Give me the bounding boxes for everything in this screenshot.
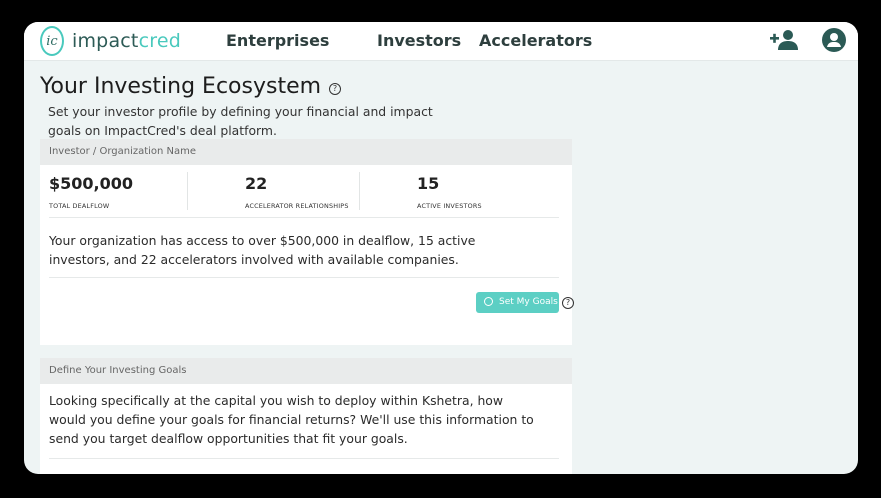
help-icon[interactable]: ? <box>329 83 341 95</box>
investing-goals-description: Looking specifically at the capital you … <box>49 393 534 446</box>
add-user-icon[interactable] <box>769 27 801 57</box>
investing-goals-header: Define Your Investing Goals <box>40 358 572 384</box>
set-my-goals-label: Set My Goals <box>499 297 558 307</box>
organization-summary: Your organization has access to over $50… <box>49 233 476 267</box>
organization-card-header: Investor / Organization Name <box>40 139 572 165</box>
nav-link-enterprises[interactable]: Enterprises <box>226 31 329 50</box>
app-window: ic impactcred Enterprises Investors Acce… <box>24 22 858 474</box>
impactcred-logo[interactable]: ic impactcred <box>40 24 181 58</box>
page-intro: Set your investor profile by defining yo… <box>48 104 433 138</box>
page-title: Your Investing Ecosystem <box>40 74 322 99</box>
investing-goals-card: Define Your Investing Goals Looking spec… <box>40 358 572 474</box>
help-icon[interactable]: ? <box>562 297 574 309</box>
main-content: Your Investing Ecosystem ? Set your inve… <box>24 61 858 474</box>
logo-text-cred: cred <box>138 30 181 52</box>
nav-link-accelerators[interactable]: Accelerators <box>479 31 592 50</box>
organization-card: Investor / Organization Name $500,000 TO… <box>40 139 574 345</box>
logo-text-impact: impact <box>72 30 139 52</box>
divider <box>49 458 559 459</box>
stat-label: ACCELERATOR RELATIONSHIPS <box>245 202 349 210</box>
divider <box>49 277 559 278</box>
stat-label: TOTAL DEALFLOW <box>49 202 110 210</box>
target-icon <box>484 297 493 306</box>
stat-label: ACTIVE INVESTORS <box>417 202 482 210</box>
stats-row: $500,000 TOTAL DEALFLOW 22 ACCELERATOR R… <box>40 165 572 216</box>
account-icon[interactable] <box>821 27 847 57</box>
stat-value: $500,000 <box>49 174 134 193</box>
logo-mark: ic <box>40 26 64 56</box>
nav-link-investors[interactable]: Investors <box>377 31 461 50</box>
divider <box>359 172 360 210</box>
divider <box>187 172 188 210</box>
top-navbar: ic impactcred Enterprises Investors Acce… <box>24 22 858 61</box>
stat-value: 15 <box>417 174 440 193</box>
logo-text: impactcred <box>72 30 181 52</box>
stat-value: 22 <box>245 174 268 193</box>
divider <box>49 217 559 218</box>
set-my-goals-button[interactable]: Set My Goals <box>476 292 559 313</box>
